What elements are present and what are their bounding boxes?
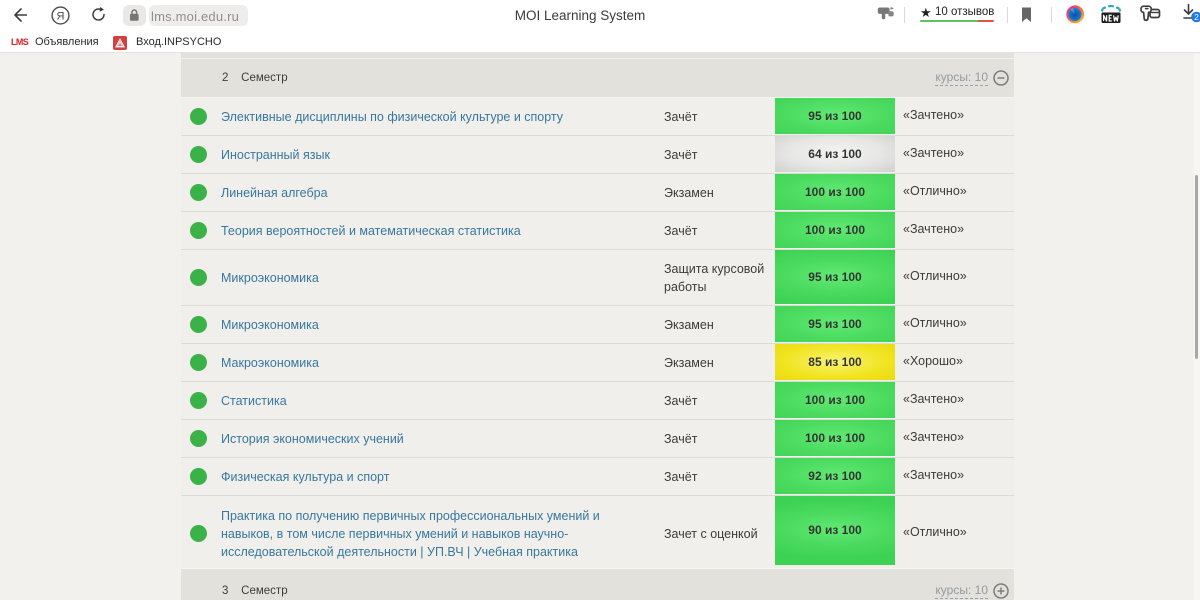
svg-text:2: 2 (1194, 12, 1199, 22)
